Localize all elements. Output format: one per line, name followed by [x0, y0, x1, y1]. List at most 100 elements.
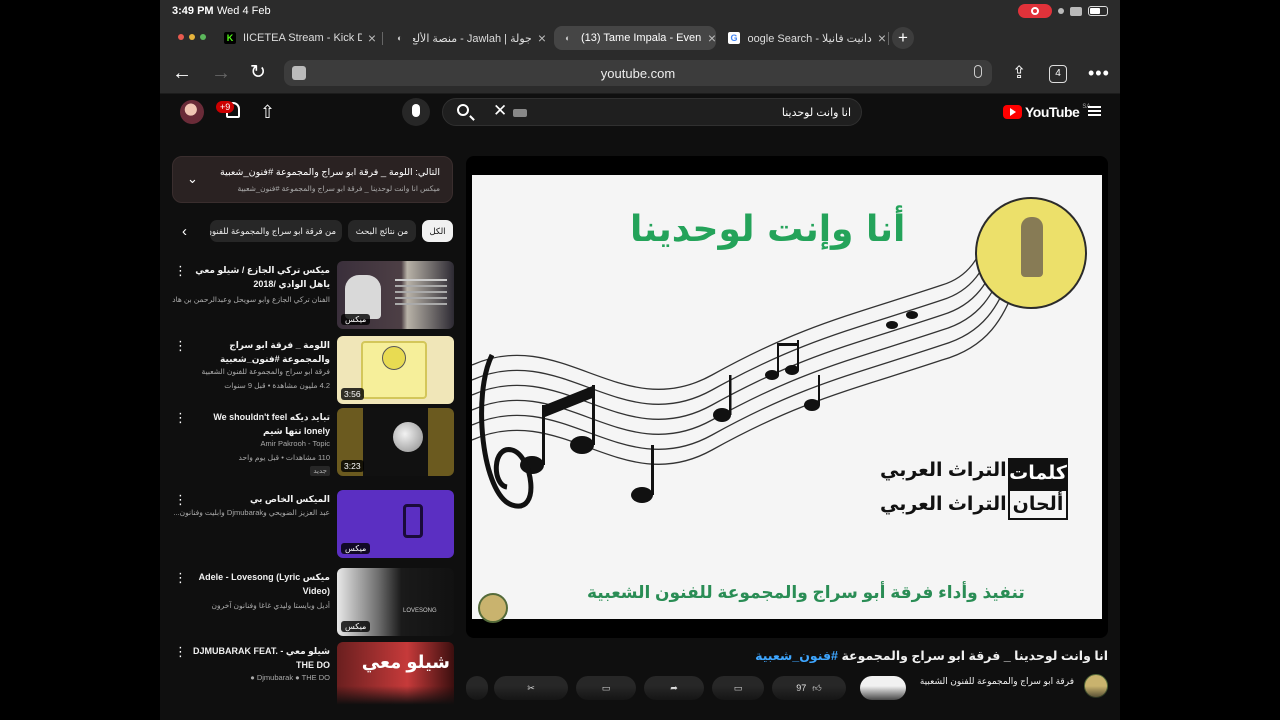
- up-next-title: التالي: اللومة _ فرقة ابو سراج والمجموعة…: [220, 167, 440, 178]
- video-thumbnail[interactable]: 3:56: [337, 336, 454, 404]
- location-icon: [1058, 8, 1064, 14]
- thumbnail-emblem: [382, 346, 406, 370]
- voice-search-button[interactable]: [402, 98, 430, 126]
- url-text: youtube.com: [600, 66, 676, 81]
- duration-badge: 3:23: [341, 460, 364, 472]
- video-thumbnail[interactable]: ميكس: [337, 490, 454, 558]
- new-tab-button[interactable]: +: [892, 27, 914, 49]
- search-input[interactable]: ✕ انا وانت لوحدينا: [442, 98, 862, 126]
- thumbnail-text: LOVESONG: [403, 608, 437, 614]
- upload-icon[interactable]: ⇧: [260, 102, 275, 123]
- thumbnail-text: شيلو معي: [361, 652, 450, 672]
- list-item[interactable]: ⋮ اللومة _ فرقة ابو سراج والمجموعة #فنون…: [172, 336, 454, 406]
- video-channel: Djmubarak ● THE DO ●: [250, 673, 330, 682]
- tab-kick[interactable]: K IICETEA Stream - Kick D ×: [216, 26, 376, 50]
- mix-badge: ميكس: [341, 543, 371, 554]
- tab-label: IICETEA Stream - Kick D: [243, 32, 362, 44]
- tab-strip: K IICETEA Stream - Kick D × ◐ جولة | Jaw…: [160, 22, 1120, 54]
- video-meta: 4.2 مليون مشاهدة • قبل 9 سنوات: [224, 381, 330, 390]
- battery-icon: [1088, 6, 1108, 16]
- tab-label: (13) Tame Impala - Even: [581, 32, 702, 44]
- thumbnail-art: [395, 279, 447, 281]
- video-channel: الفنان تركي الجازع وابو سويحل وعبدالرحمن…: [172, 295, 330, 304]
- menu-icon[interactable]: [1088, 106, 1101, 116]
- clear-search-icon[interactable]: ✕: [493, 101, 507, 121]
- video-thumbnail[interactable]: 3:23: [337, 408, 454, 476]
- list-item[interactable]: ⋮ الميكس الخاص بي عبد العزيز الضويحي وDj…: [172, 490, 454, 560]
- duration-badge: 3:56: [341, 388, 364, 400]
- emblem-logo: [975, 197, 1087, 309]
- window-controls[interactable]: [178, 34, 206, 40]
- address-bar[interactable]: youtube.com: [284, 60, 992, 86]
- youtube-play-icon: [1003, 105, 1022, 119]
- status-time: 3:49 PM: [172, 5, 214, 17]
- close-icon[interactable]: ×: [538, 30, 546, 46]
- microphone-icon[interactable]: [974, 65, 982, 78]
- chip-all[interactable]: الكل: [422, 220, 453, 242]
- kick-icon: K: [224, 32, 236, 44]
- ipad-screen: 3:49 PM Wed 4 Feb K IICETEA Stream - Kic…: [160, 0, 1120, 720]
- thumbnail-art: [428, 408, 454, 476]
- mix-badge: ميكس: [341, 621, 371, 632]
- close-icon[interactable]: ×: [708, 30, 716, 46]
- list-item[interactable]: ⋮ ميكس تركي الجازع / شيلو معي ياهل الواد…: [172, 261, 454, 331]
- tab-label: دانيت فانيلا - Google Search: [747, 32, 872, 45]
- more-button[interactable]: •••: [1088, 62, 1110, 84]
- tab-overview-button[interactable]: 4: [1049, 65, 1067, 83]
- forward-button[interactable]: →: [211, 62, 231, 84]
- video-performers-text: تنفيذ وأداء فرقة أبو سراج والمجموعة للفن…: [587, 583, 1025, 602]
- thumbnail-art: [345, 275, 381, 319]
- screen-record-icon[interactable]: [1018, 4, 1052, 18]
- search-icon[interactable]: [457, 104, 469, 116]
- list-item[interactable]: ⋮ تبايد ديكه We shouldn't feel lonely تت…: [172, 408, 454, 478]
- avatar[interactable]: [180, 100, 204, 124]
- youtube-header: +9 ⇧ ✕ انا وانت لوحدينا YouTube SA: [160, 94, 1120, 132]
- channel-watermark[interactable]: [478, 593, 508, 623]
- status-icons: [1018, 4, 1108, 18]
- wifi-icon: [1070, 6, 1082, 16]
- chevron-left-icon[interactable]: ‹: [182, 223, 187, 240]
- video-frame[interactable]: أنا وإنت لوحدينا كلمات ألحان التراث العر…: [472, 175, 1102, 623]
- video-title: شيلو معي - DJMUBARAK FEAT. THE DO: [193, 646, 330, 670]
- bottom-fade: [160, 686, 1120, 720]
- video-credit-label: كلمات: [1008, 458, 1068, 489]
- up-next-panel[interactable]: ⌄ التالي: اللومة _ فرقة ابو سراج والمجمو…: [172, 156, 453, 203]
- search-query: انا وانت لوحدينا: [781, 107, 851, 119]
- globe-icon: ◐: [397, 33, 403, 43]
- reload-button[interactable]: ↻: [250, 62, 266, 84]
- new-badge: جديد: [310, 466, 330, 476]
- video-credit-text: التراث العربي: [880, 460, 1007, 481]
- youtube-logo[interactable]: YouTube SA: [1003, 104, 1090, 120]
- keyboard-icon[interactable]: [513, 109, 527, 117]
- video-art-title: أنا وإنت لوحدينا: [630, 209, 906, 250]
- close-icon[interactable]: ×: [878, 30, 886, 46]
- notification-badge: +9: [216, 101, 235, 113]
- video-channel: Amir Pakrooh - Topic: [260, 439, 330, 448]
- close-icon[interactable]: ×: [368, 30, 376, 46]
- tab-google-search[interactable]: G دانيت فانيلا - Google Search ×: [720, 26, 886, 50]
- video-channel: فرقة ابو سراج والمجموعة للفنون الشعبية: [201, 367, 330, 376]
- chip-from-channel[interactable]: من فرقة ابو سراج والمجموعة للفنون الشعبي…: [210, 220, 342, 242]
- list-item[interactable]: ⋮ ميكس Adele - Lovesong (Lyric Video) أد…: [172, 568, 454, 638]
- google-icon: G: [728, 32, 740, 44]
- video-thumbnail[interactable]: LOVESONG ميكس: [337, 568, 454, 636]
- video-channel: عبد العزيز الضويحي وDjmubarak وابليت وفن…: [173, 508, 330, 517]
- video-title: انا وانت لوحدينا _ فرقة ابو سراج والمجمو…: [466, 648, 1108, 663]
- video-title: الميكس الخاص بي: [249, 494, 330, 504]
- back-button[interactable]: ←: [172, 62, 192, 84]
- filter-chips: ‹ من فرقة ابو سراج والمجموعة للفنون الشع…: [172, 220, 453, 244]
- video-title: اللومة _ فرقة ابو سراج والمجموعة #فنون_ش…: [220, 340, 330, 364]
- video-meta: 110 مشاهدات • قبل يوم واحد: [238, 453, 330, 462]
- status-bar: 3:49 PM Wed 4 Feb: [160, 0, 1120, 22]
- share-button[interactable]: ⇪: [1012, 62, 1026, 84]
- tab-jawlah[interactable]: ◐ جولة | Jawlah - منصة الألع ×: [386, 26, 546, 50]
- chevron-down-icon[interactable]: ⌄: [187, 171, 198, 187]
- up-next-subtitle: ميكس انا وانت لوحدينا _ فرقة ابو سراج وا…: [237, 184, 440, 193]
- video-player[interactable]: أنا وإنت لوحدينا كلمات ألحان التراث العر…: [466, 156, 1108, 638]
- hashtag-link[interactable]: #فنون_شعبية: [755, 649, 838, 663]
- thumbnail-moon: [393, 422, 423, 452]
- tab-youtube-active[interactable]: ◐ (13) Tame Impala - Even ×: [554, 26, 716, 50]
- chip-from-search[interactable]: من نتائج البحث: [348, 220, 416, 242]
- video-thumbnail[interactable]: ميكس: [337, 261, 454, 329]
- mix-badge: ميكس: [341, 314, 371, 325]
